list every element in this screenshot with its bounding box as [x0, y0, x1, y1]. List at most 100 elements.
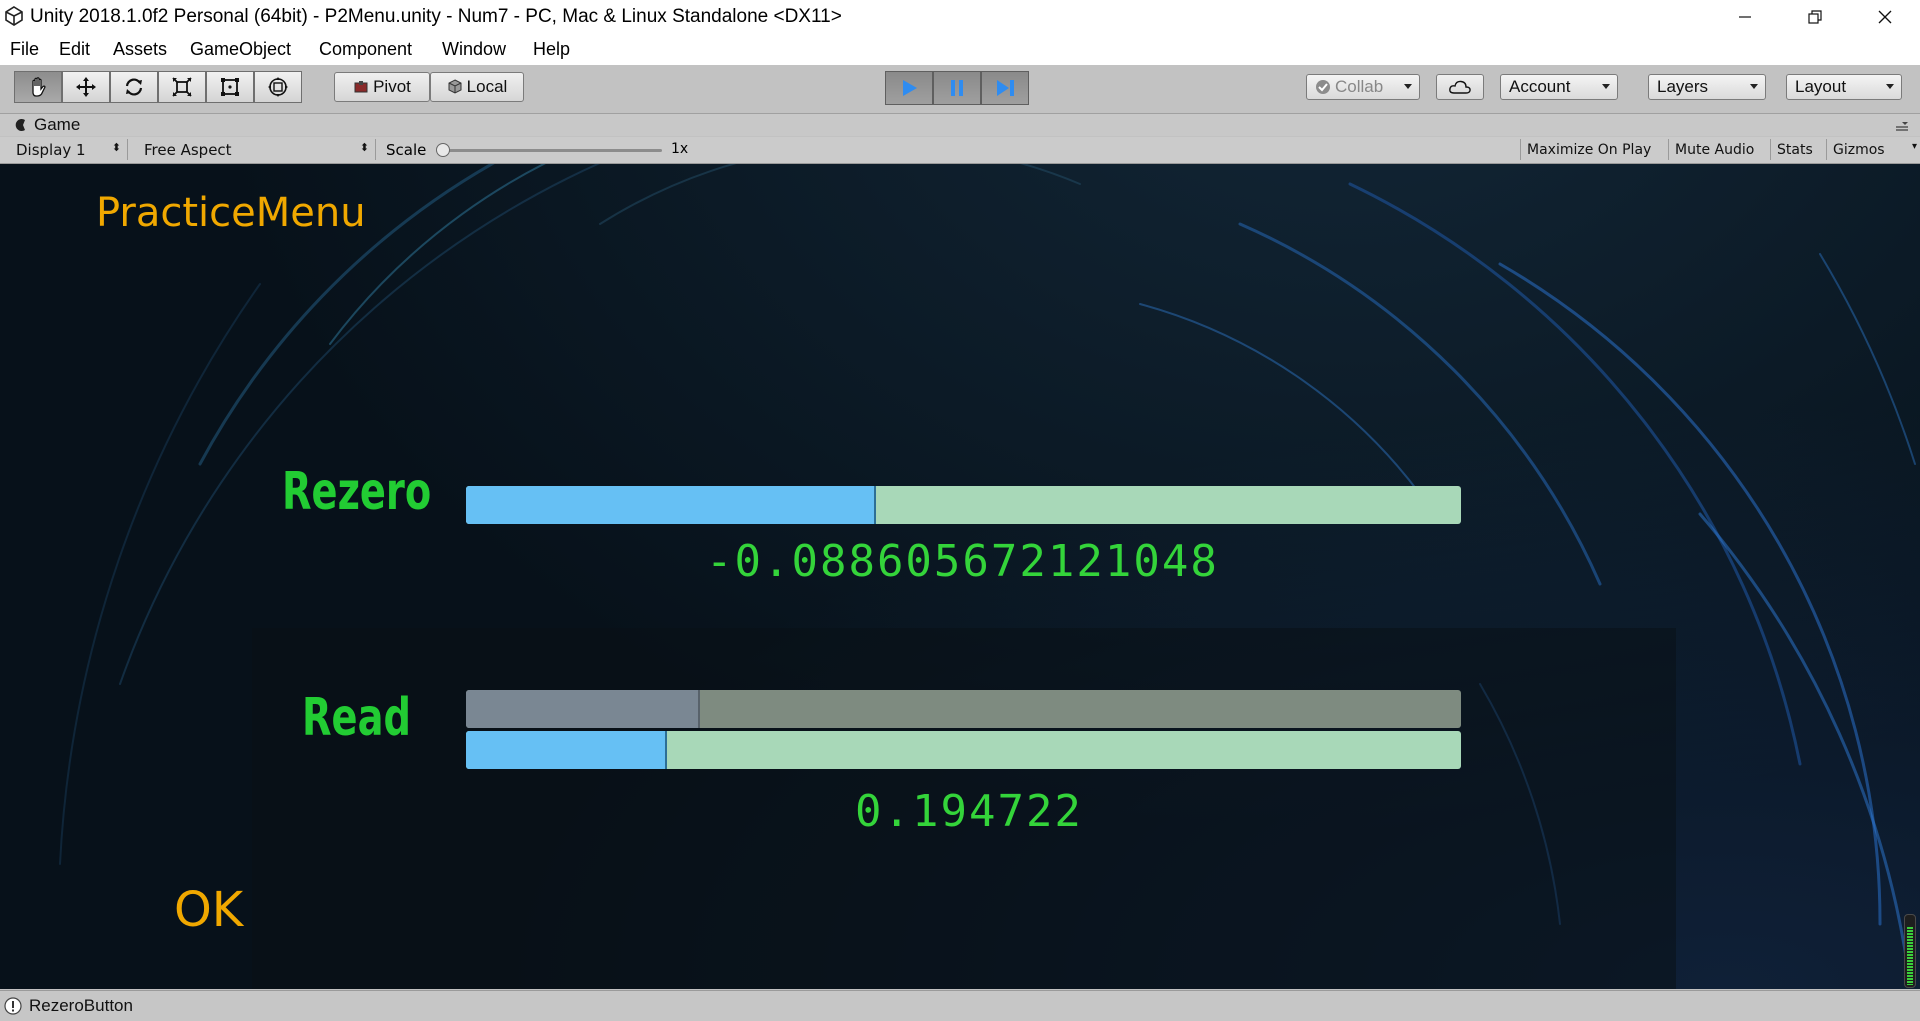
rotate-tool-button[interactable] [110, 71, 158, 103]
layout-label: Layout [1795, 77, 1847, 96]
restore-button[interactable] [1780, 0, 1850, 34]
menu-assets[interactable]: Assets [113, 39, 167, 60]
play-icon [903, 80, 917, 96]
chevron-down-icon [1602, 84, 1610, 89]
menu-gameobject[interactable]: GameObject [190, 39, 291, 60]
local-cube-icon [448, 79, 462, 94]
play-controls [885, 71, 1029, 105]
scale-value: 1x [671, 141, 689, 157]
audio-level-meter [1904, 914, 1916, 988]
window-title: Unity 2018.1.0f2 Personal (64bit) - P2Me… [30, 6, 842, 27]
minimize-button[interactable] [1710, 0, 1780, 34]
status-bar: RezeroButton [0, 990, 1920, 1021]
updown-icon: ⬍ [359, 141, 369, 154]
rotate-icon [125, 78, 143, 96]
menu-help[interactable]: Help [533, 39, 570, 60]
maximize-on-play-toggle[interactable]: Maximize On Play [1520, 139, 1657, 160]
info-icon [4, 997, 22, 1015]
hand-icon [32, 77, 46, 97]
scale-label: Scale [386, 141, 427, 159]
layers-label: Layers [1657, 77, 1709, 96]
unity-logo-icon [5, 6, 23, 26]
scale-tool-button[interactable] [158, 71, 206, 103]
collab-dropdown[interactable]: Collab [1306, 74, 1420, 100]
audio-level-fill [1907, 927, 1913, 985]
layers-dropdown[interactable]: Layers [1648, 74, 1766, 100]
collab-check-icon [1316, 80, 1330, 94]
mute-audio-label: Mute Audio [1675, 141, 1755, 158]
pause-button[interactable] [933, 71, 981, 105]
step-button[interactable] [981, 71, 1029, 105]
rezero-bar[interactable] [466, 486, 1461, 524]
main-toolbar: Pivot Local Collab Account Layers Layout [0, 65, 1920, 114]
menu-window[interactable]: Window [442, 39, 506, 60]
read-progress-fill [466, 690, 700, 728]
local-toggle[interactable]: Local [430, 72, 524, 102]
scale-slider-thumb[interactable] [436, 143, 450, 157]
practice-menu-title: PracticeMenu [96, 190, 366, 236]
rezero-bar-fill [466, 486, 876, 524]
hand-tool-button[interactable] [14, 71, 62, 103]
game-controller-icon [15, 119, 25, 131]
display-label: Display 1 [16, 140, 86, 159]
ok-button[interactable]: OK [174, 882, 243, 938]
stats-toggle[interactable]: Stats [1770, 139, 1819, 160]
aspect-label: Free Aspect [144, 140, 232, 159]
display-dropdown[interactable]: Display 1 ⬍ [8, 139, 128, 160]
tab-game[interactable]: Game [34, 115, 80, 135]
pivot-toggle[interactable]: Pivot [334, 72, 430, 102]
aspect-dropdown[interactable]: Free Aspect ⬍ [136, 139, 376, 160]
scale-icon [172, 77, 192, 97]
move-tool-button[interactable] [62, 71, 110, 103]
menu-edit[interactable]: Edit [59, 39, 90, 60]
local-label: Local [466, 77, 508, 96]
scale-slider-track[interactable] [440, 149, 662, 152]
step-icon [997, 80, 1014, 96]
rect-tool-icon [221, 78, 239, 96]
chevron-down-icon: ▾ [1911, 141, 1917, 152]
move-icon [76, 77, 96, 97]
close-icon [1878, 10, 1892, 24]
maximize-on-play-label: Maximize On Play [1527, 141, 1652, 158]
minimize-icon [1739, 16, 1751, 18]
transform-tools [14, 71, 302, 103]
read-value: 0.194722 [855, 786, 1083, 837]
transform-icon [268, 77, 288, 97]
collab-label: Collab [1335, 77, 1384, 96]
menu-component[interactable]: Component [319, 39, 412, 60]
rezero-label[interactable]: Rezero [282, 462, 431, 522]
account-dropdown[interactable]: Account [1500, 74, 1618, 100]
game-viewport[interactable]: PracticeMenu Rezero -0.088605672121048 R… [0, 164, 1920, 989]
account-label: Account [1509, 77, 1571, 96]
close-button[interactable] [1850, 0, 1920, 34]
restore-icon [1808, 10, 1822, 24]
window-title-bar: Unity 2018.1.0f2 Personal (64bit) - P2Me… [0, 0, 1920, 34]
gizmos-dropdown[interactable]: Gizmos ▾ [1826, 139, 1920, 160]
transform-tool-button[interactable] [254, 71, 302, 103]
menu-bar: File Edit Assets GameObject Component Wi… [0, 34, 1920, 66]
status-message[interactable]: RezeroButton [29, 996, 133, 1016]
stats-label: Stats [1777, 141, 1813, 158]
pivot-icon [354, 81, 368, 93]
game-view-toolbar: Display 1 ⬍ Free Aspect ⬍ Scale 1x Maxim… [0, 137, 1920, 164]
cloud-button[interactable] [1436, 74, 1484, 100]
gizmos-label: Gizmos [1833, 141, 1885, 158]
pause-icon [951, 80, 963, 96]
rect-tool-button[interactable] [206, 71, 254, 103]
pivot-label: Pivot [373, 77, 411, 96]
rezero-value: -0.088605672121048 [706, 536, 1219, 587]
play-button[interactable] [885, 71, 933, 105]
read-label: Read [302, 688, 411, 748]
menu-file[interactable]: File [10, 39, 39, 60]
read-value-bar [466, 731, 1461, 769]
tab-menu-icon[interactable] [1894, 120, 1910, 132]
cloud-icon [1449, 80, 1471, 94]
read-value-fill [466, 731, 667, 769]
chevron-down-icon [1750, 84, 1758, 89]
chevron-down-icon [1886, 84, 1894, 89]
layout-dropdown[interactable]: Layout [1786, 74, 1902, 100]
game-tab-header: Game [0, 114, 1920, 136]
mute-audio-toggle[interactable]: Mute Audio [1668, 139, 1760, 160]
chevron-down-icon [1404, 84, 1412, 89]
updown-icon: ⬍ [111, 141, 121, 154]
